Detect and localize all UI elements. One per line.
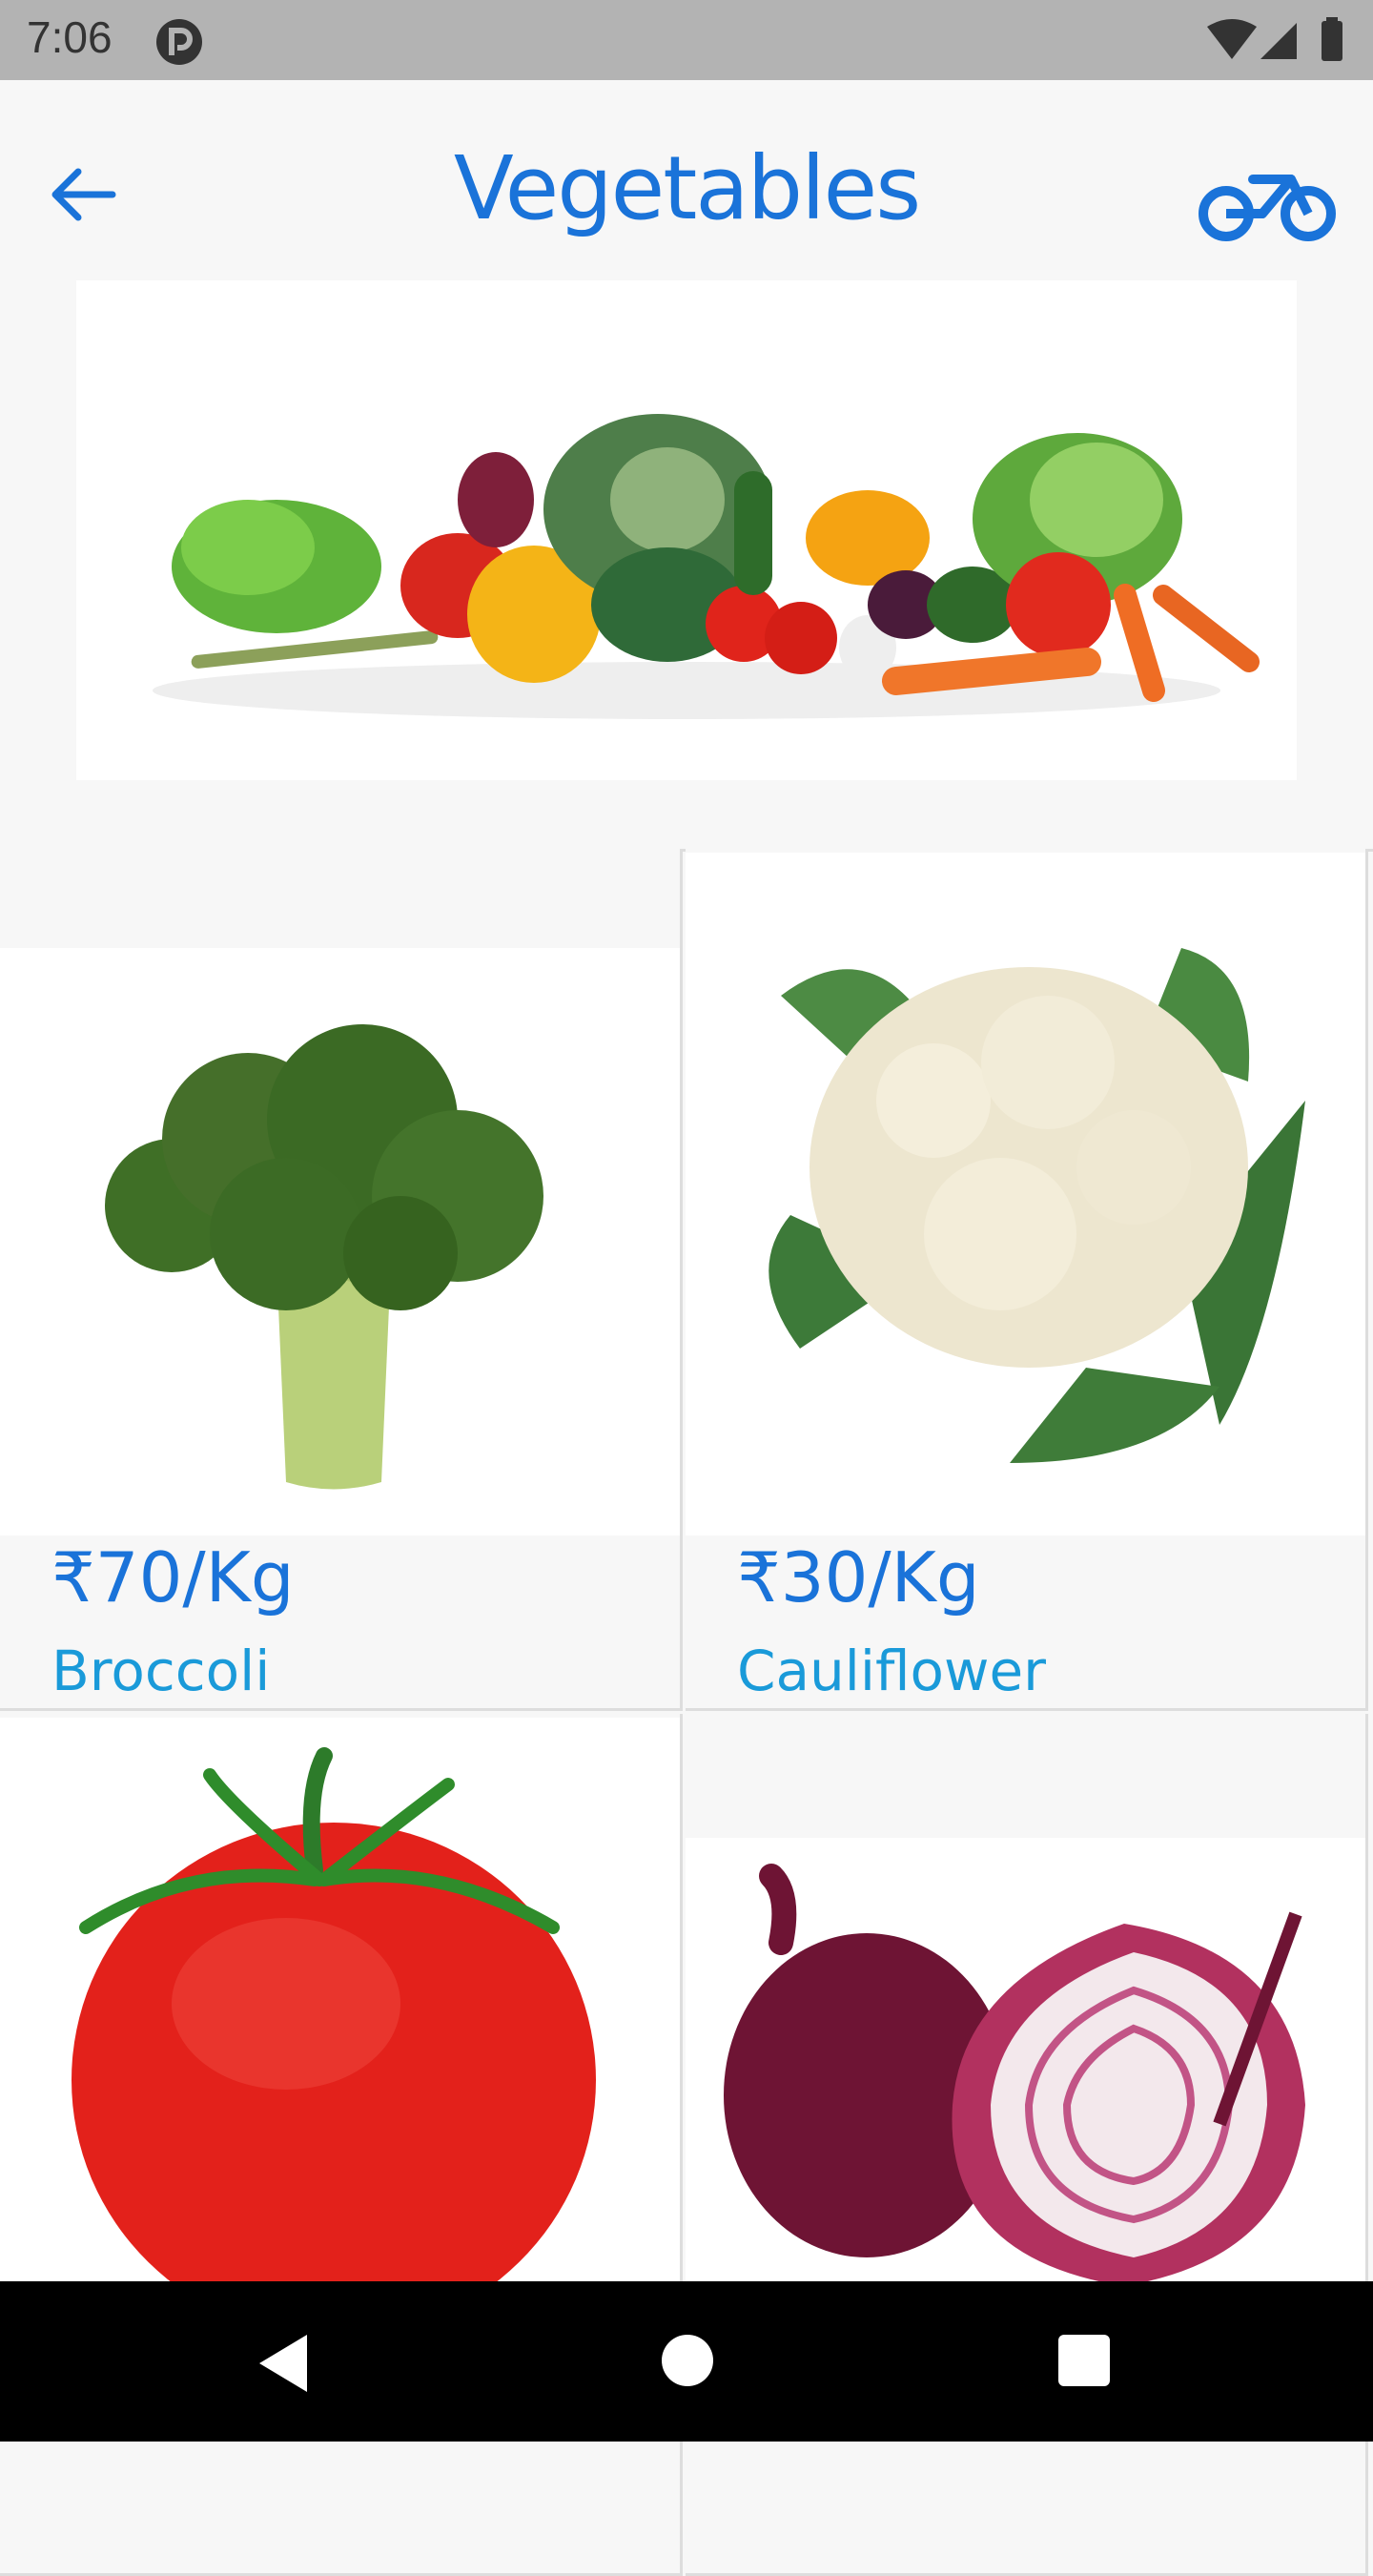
product-card-onion[interactable]	[686, 1714, 1368, 2576]
product-image-cauliflower	[686, 853, 1365, 1535]
app-p-icon	[156, 19, 202, 65]
nav-recents-icon[interactable]	[1058, 2335, 1110, 2386]
product-price: ₹70/Kg	[51, 1537, 295, 1618]
status-icons	[1207, 17, 1342, 61]
nav-home-icon[interactable]	[662, 2335, 713, 2386]
nav-back-icon[interactable]	[256, 2333, 309, 2394]
product-card-cauliflower[interactable]: ₹30/Kg Cauliflower	[686, 849, 1368, 1711]
signal-icon	[1260, 23, 1297, 59]
product-name: Cauliflower	[737, 1638, 1047, 1703]
app-bar: Vegetables	[0, 80, 1373, 271]
battery-icon	[1322, 17, 1342, 61]
product-name: Broccoli	[51, 1638, 271, 1703]
vegetables-banner-image	[76, 280, 1297, 780]
product-card-broccoli[interactable]: ₹70/Kg Broccoli	[0, 849, 683, 1711]
system-nav-bar	[0, 2281, 1373, 2442]
wifi-icon	[1207, 19, 1257, 59]
status-bar: 7:06	[0, 0, 1373, 80]
bike-icon[interactable]	[1196, 151, 1339, 246]
status-time: 7:06	[27, 12, 113, 62]
product-image-broccoli	[0, 948, 680, 1535]
vegetables-banner-illustration	[153, 414, 1260, 719]
product-card-tomato[interactable]	[0, 1714, 683, 2576]
product-price: ₹30/Kg	[737, 1537, 980, 1618]
page-title: Vegetables	[453, 137, 921, 239]
